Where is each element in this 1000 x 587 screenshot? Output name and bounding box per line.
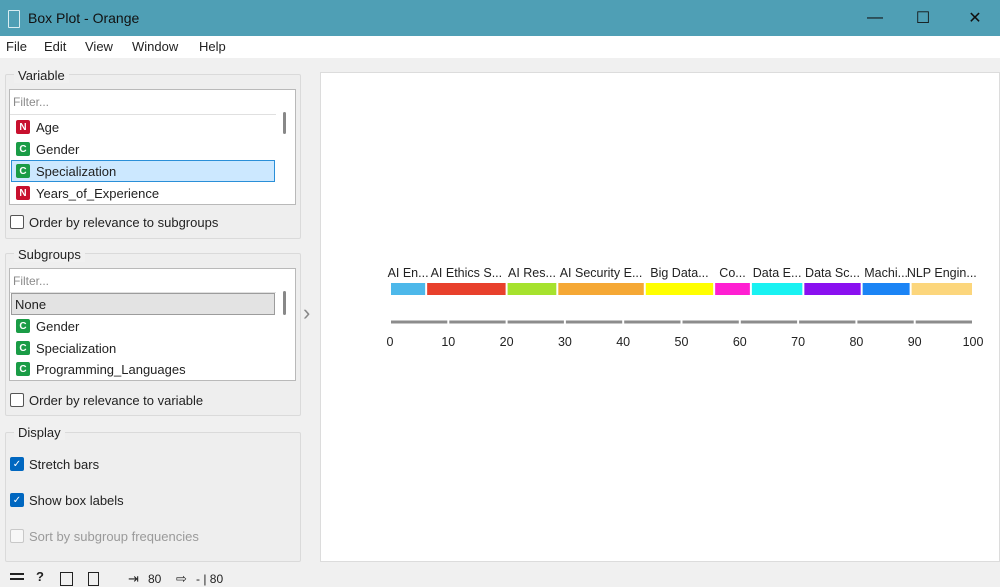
categorical-type-icon: C [16, 164, 30, 178]
minimize-button[interactable]: — [852, 0, 898, 36]
list-item-label: Programming_Languages [36, 361, 186, 377]
stretch-bars-checkbox[interactable]: ✓ [10, 457, 24, 471]
variable-filter-input[interactable]: Filter... [13, 95, 49, 109]
list-item-label: Specialization [36, 163, 117, 179]
list-item[interactable]: N Age [12, 117, 274, 137]
list-item[interactable]: C Specialization [12, 338, 274, 358]
x-tick-label: 10 [441, 335, 455, 349]
list-item[interactable]: C Gender [12, 139, 274, 159]
help-icon[interactable]: ? [36, 569, 44, 584]
order-by-relevance-variable-checkbox[interactable] [10, 393, 24, 407]
plot-area: AI En... AI Ethics S... AI Res... AI Securi… [320, 72, 1000, 562]
bar-segment [751, 283, 803, 295]
show-box-labels-checkbox[interactable]: ✓ [10, 493, 24, 507]
order-by-relevance-variable-label: Order by relevance to variable [29, 393, 204, 408]
segment-label: Co... [719, 266, 745, 280]
app-icon [8, 10, 20, 28]
list-item[interactable]: C Gender [12, 316, 274, 336]
menu-file[interactable]: File [6, 39, 27, 54]
variable-group-title: Variable [14, 68, 69, 83]
menu-icon[interactable] [10, 573, 24, 575]
segment-label: Machi... [864, 266, 908, 280]
segment-label: AI Security E... [560, 266, 643, 280]
segment-label: AI En... [388, 266, 429, 280]
show-box-labels-label: Show box labels [29, 493, 124, 508]
bar-segment [558, 283, 644, 295]
bar-segment [715, 283, 750, 295]
divider [10, 292, 276, 293]
bar-segment [507, 283, 557, 295]
subgroups-group-title: Subgroups [14, 247, 85, 262]
scrollbar-thumb[interactable] [283, 291, 286, 315]
sort-by-frequencies-label: Sort by subgroup frequencies [29, 529, 199, 544]
categorical-type-icon: C [16, 142, 30, 156]
close-button[interactable]: ✕ [952, 0, 998, 36]
list-item-selected[interactable]: C Specialization [11, 160, 275, 182]
list-item-label: Age [36, 119, 60, 135]
collapse-panel-icon[interactable]: › [303, 300, 310, 326]
x-tick-label: 80 [849, 335, 863, 349]
list-item-label: None [15, 296, 47, 312]
bar-segment [804, 283, 861, 295]
menu-edit[interactable]: Edit [44, 39, 66, 54]
input-icon: ⇥ [128, 571, 139, 586]
x-tick-label: 90 [908, 335, 922, 349]
segment-label: NLP Engin... [907, 266, 977, 280]
menu-view[interactable]: View [85, 39, 113, 54]
segment-label: Big Data... [650, 266, 708, 280]
numeric-type-icon: N [16, 120, 30, 134]
segment-label: AI Ethics S... [431, 266, 503, 280]
x-tick-label: 0 [387, 335, 394, 349]
maximize-button[interactable]: ☐ [900, 0, 946, 36]
menu-window[interactable]: Window [132, 39, 178, 54]
menu-help[interactable]: Help [199, 39, 226, 54]
x-tick-label: 100 [963, 335, 984, 349]
list-item[interactable]: N Years_of_Experience [12, 184, 274, 202]
x-tick-label: 60 [733, 335, 747, 349]
bar-segment [645, 283, 714, 295]
categorical-type-icon: C [16, 341, 30, 355]
subgroups-list[interactable]: Filter... None C Gender C Specialization… [9, 268, 296, 381]
x-tick-label: 50 [675, 335, 689, 349]
variable-list[interactable]: Filter... N Age C Gender C Specializatio… [9, 89, 296, 205]
segment-label: Data Sc... [805, 266, 860, 280]
bar-segment [427, 283, 506, 295]
categorical-type-icon: C [16, 319, 30, 333]
x-tick-label: 40 [616, 335, 630, 349]
output-icon: ⇨ [176, 571, 187, 586]
list-item-selected[interactable]: None [11, 293, 275, 315]
title-bar: Box Plot - Orange — ☐ ✕ [0, 0, 1000, 36]
sort-by-frequencies-checkbox[interactable] [10, 529, 24, 543]
window-title: Box Plot - Orange [28, 10, 140, 26]
list-item[interactable]: C Programming_Languages [12, 360, 274, 378]
bar-segment [391, 283, 426, 295]
numeric-type-icon: N [16, 186, 30, 200]
bar-segment [911, 283, 972, 295]
x-tick-label: 30 [558, 335, 572, 349]
divider [10, 114, 276, 115]
bar-segment [862, 283, 910, 295]
order-by-relevance-subgroups-label: Order by relevance to subgroups [29, 215, 219, 230]
order-by-relevance-subgroups-checkbox[interactable] [10, 215, 24, 229]
list-item-label: Gender [36, 141, 80, 157]
menu-icon-line [10, 578, 24, 580]
subgroups-filter-input[interactable]: Filter... [13, 274, 49, 288]
x-tick-label: 70 [791, 335, 805, 349]
box-plot-chart: AI En... AI Ethics S... AI Res... AI Securi… [387, 266, 984, 349]
display-group-title: Display [14, 425, 65, 440]
x-tick-label: 20 [500, 335, 514, 349]
list-item-label: Gender [36, 318, 80, 334]
list-item-label: Years_of_Experience [36, 185, 160, 201]
categorical-type-icon: C [16, 362, 30, 376]
segment-label: Data E... [753, 266, 802, 280]
scrollbar-thumb[interactable] [283, 112, 286, 134]
stretch-bars-label: Stretch bars [29, 457, 100, 472]
segment-label: AI Res... [508, 266, 556, 280]
list-item-label: Specialization [36, 340, 117, 356]
